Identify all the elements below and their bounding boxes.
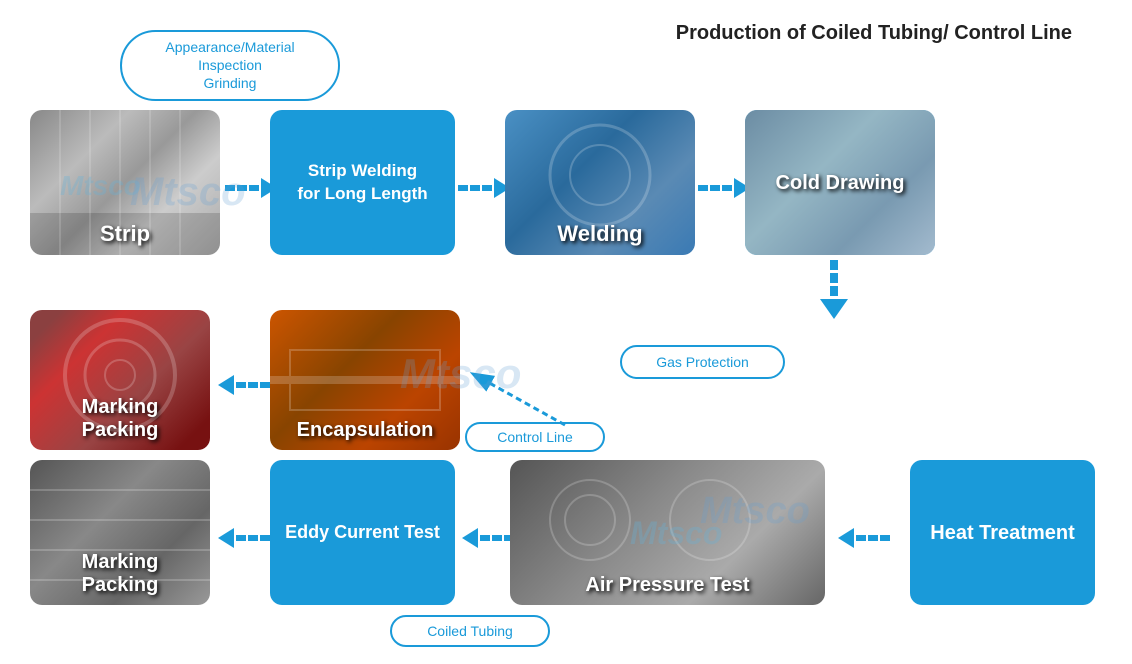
eddy-current-box: Eddy Current Test — [270, 460, 455, 605]
marking-packing-1-photo: Marking Packing — [30, 310, 210, 450]
encapsulation-photo: Encapsulation — [270, 310, 460, 450]
arrow-stripweld-to-weld — [458, 178, 510, 198]
oval-coiled-tubing: Coiled Tubing — [390, 615, 550, 647]
page: { "title": "Production of Coiled Tubing/… — [0, 0, 1132, 664]
strip-welding-box: Strip Welding for Long Length — [270, 110, 455, 255]
air-pressure-photo: Air Pressure Test Mtsco — [510, 460, 825, 605]
arrow-colddraw-to-heat — [820, 260, 848, 319]
strip-photo: Strip Mtsco — [30, 110, 220, 255]
arrow-eddy-to-marking2 — [218, 528, 270, 548]
cold-drawing-box: Cold Drawing — [745, 110, 935, 255]
arrow-encap-to-marking1 — [218, 375, 270, 395]
arrow-air-to-eddy — [462, 528, 514, 548]
page-title: Production of Coiled Tubing/ Control Lin… — [676, 22, 1072, 45]
oval-gas: Gas Protection — [620, 345, 785, 379]
arrow-weld-to-colddraw — [698, 178, 750, 198]
arrow-heat-to-air — [838, 528, 890, 548]
oval-inspection: Appearance/Material Inspection Grinding — [120, 30, 340, 101]
welding-photo: Welding — [505, 110, 695, 255]
heat-treatment-box: Heat Treatment — [910, 460, 1095, 605]
arrow-control-line — [455, 370, 575, 430]
marking-packing-2-photo: Marking Packing — [30, 460, 210, 605]
